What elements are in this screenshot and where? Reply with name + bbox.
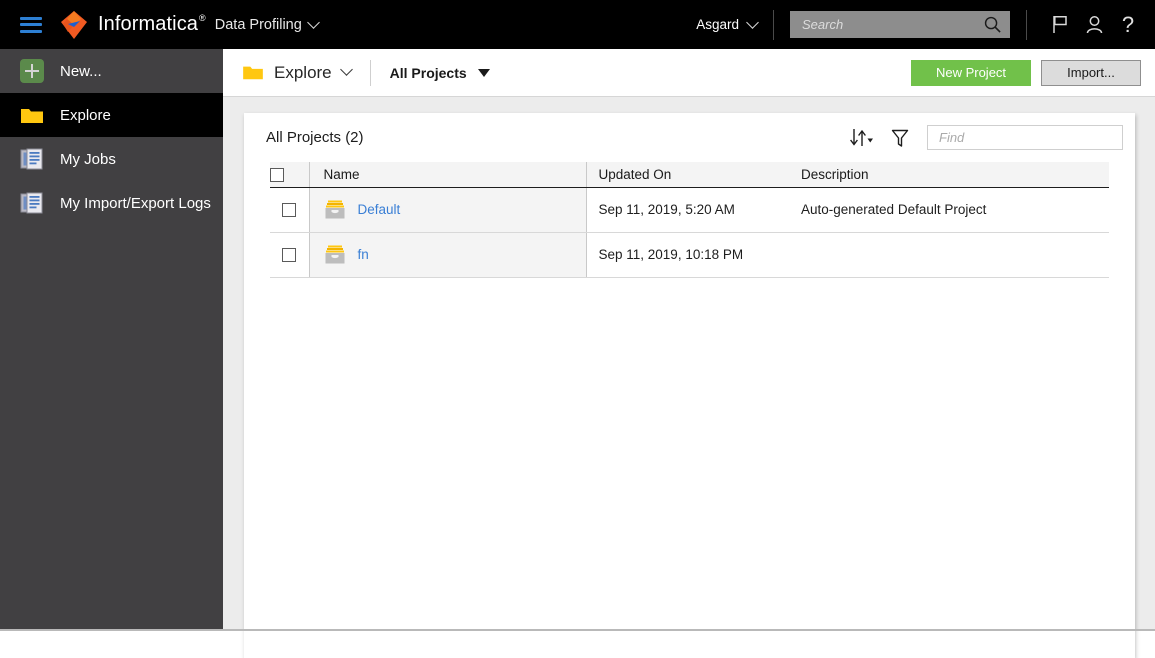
sidebar-item-new[interactable]: New...: [0, 49, 223, 93]
folder-icon: [18, 101, 46, 129]
documents-icon: [18, 145, 46, 173]
sidebar-item-label: My Import/Export Logs: [60, 194, 211, 212]
panel-title: All Projects (2): [266, 129, 364, 146]
sidebar-item-my-jobs[interactable]: My Jobs: [0, 137, 223, 181]
content-toolbar: Explore All Projects New Project Import.…: [223, 49, 1155, 97]
app-name-label: Data Profiling: [214, 16, 302, 33]
find-input[interactable]: [937, 129, 1119, 146]
org-chevron-down-icon[interactable]: [746, 16, 759, 29]
breadcrumb-chevron-down-icon[interactable]: [339, 63, 353, 76]
row-description: Auto-generated Default Project: [789, 187, 1109, 233]
row-checkbox[interactable]: [282, 248, 297, 263]
column-header-description[interactable]: Description: [789, 162, 1109, 188]
breadcrumb-explore-label: Explore: [274, 62, 332, 82]
scope-selector-label: All Projects: [389, 64, 467, 81]
user-icon[interactable]: [1077, 8, 1111, 42]
column-header-name[interactable]: Name: [309, 162, 587, 188]
left-sidebar: New... Explore My Jobs My Import/Export …: [0, 49, 223, 631]
panel-header: All Projects (2): [244, 113, 1135, 162]
header-right-cluster: Asgard ?: [696, 0, 1155, 49]
header-divider: [773, 9, 774, 40]
row-name-cell: fn: [309, 232, 587, 278]
project-link[interactable]: fn: [358, 247, 369, 262]
hamburger-bar: [20, 29, 42, 33]
sidebar-item-my-import-export-logs[interactable]: My Import/Export Logs: [0, 181, 223, 225]
top-header-bar: Informatica® Data Profiling Asgard Searc…: [0, 0, 1155, 49]
row-name-cell: Default: [309, 187, 587, 233]
folder-icon: [243, 66, 263, 80]
sidebar-item-label: Explore: [60, 106, 111, 124]
row-checkbox-cell: [270, 187, 310, 233]
sidebar-item-label: My Jobs: [60, 150, 116, 168]
hamburger-menu-icon[interactable]: [20, 16, 42, 33]
header-divider: [1026, 9, 1027, 40]
flag-icon[interactable]: [1043, 8, 1077, 42]
sidebar-item-explore[interactable]: Explore: [0, 93, 223, 137]
app-switcher-chevron-down-icon[interactable]: [306, 16, 320, 29]
main-content-area: Explore All Projects New Project Import.…: [223, 49, 1155, 658]
global-search-box[interactable]: [790, 11, 1010, 38]
new-project-button[interactable]: New Project: [911, 59, 1031, 86]
table-row[interactable]: fn Sep 11, 2019, 10:18 PM: [270, 232, 1109, 278]
breadcrumb-explore[interactable]: Explore: [242, 62, 353, 83]
select-all-header-cell: [270, 162, 310, 188]
select-all-checkbox[interactable]: [270, 167, 284, 182]
hamburger-bar: [20, 23, 42, 26]
row-description: [789, 232, 1109, 278]
column-header-updated-on[interactable]: Updated On: [586, 162, 789, 188]
table-header-row: Name Updated On Description: [270, 162, 1109, 188]
help-icon-glyph: ?: [1121, 11, 1135, 37]
project-box-icon: [325, 245, 344, 264]
projects-panel: All Projects (2) Find Name Updated On De…: [244, 113, 1135, 658]
plus-square-icon: [18, 57, 46, 85]
row-checkbox-cell: [270, 232, 310, 278]
informatica-logo-icon: [61, 10, 87, 39]
sort-arrows-icon[interactable]: [847, 123, 877, 153]
toolbar-actions: New Project Import...: [911, 59, 1141, 86]
projects-table: Name Updated On Description Default Sep …: [270, 162, 1109, 278]
find-box[interactable]: [927, 125, 1123, 150]
row-checkbox[interactable]: [282, 203, 297, 218]
documents-icon: [18, 189, 46, 217]
hamburger-bar: [20, 16, 42, 20]
table-row[interactable]: Default Sep 11, 2019, 5:20 AM Auto-gener…: [270, 187, 1109, 233]
toolbar-divider: [369, 59, 371, 86]
import-button[interactable]: Import...: [1041, 59, 1141, 86]
row-updated-on: Sep 11, 2019, 5:20 AM: [586, 187, 789, 233]
brand-trademark: ®: [199, 13, 206, 23]
project-link[interactable]: Default: [358, 202, 401, 217]
row-updated-on: Sep 11, 2019, 10:18 PM: [586, 232, 789, 278]
triangle-down-icon[interactable]: [477, 68, 490, 77]
search-input[interactable]: [800, 16, 983, 33]
sidebar-item-label: New...: [60, 62, 102, 80]
scope-selector-all-projects[interactable]: All Projects: [390, 65, 490, 81]
funnel-filter-icon[interactable]: [885, 123, 915, 153]
panel-toolbar: [847, 123, 1123, 153]
brand-name: Informatica®: [98, 13, 206, 35]
search-icon[interactable]: [983, 15, 1002, 34]
help-icon[interactable]: ?: [1111, 8, 1145, 42]
org-name-label[interactable]: Asgard: [696, 17, 739, 32]
project-box-icon: [325, 200, 344, 219]
